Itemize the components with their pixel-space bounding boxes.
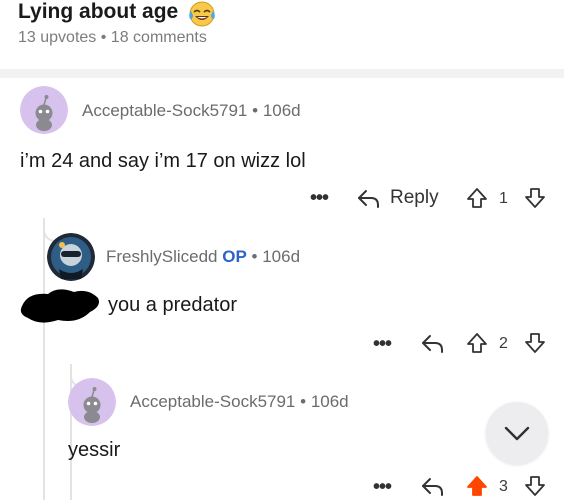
comment-age: 106d <box>262 101 301 120</box>
vote-score: 2 <box>499 335 508 352</box>
comment-age: 106d <box>262 247 301 266</box>
reply-icon[interactable] <box>420 475 446 499</box>
upvote-arrow-icon[interactable] <box>466 331 488 355</box>
avatar[interactable] <box>68 378 116 426</box>
comment-author: Acceptable-Sock5791 • 106d <box>82 101 301 121</box>
comment-body: i’m 24 and say i’m 17 on wizz lol <box>20 150 306 172</box>
comment-body: yessir <box>68 439 121 461</box>
comment-author: FreshlySlicedd OP • 106d <box>106 247 300 267</box>
redaction-scribble <box>18 284 102 326</box>
upvote-arrow-icon[interactable] <box>466 186 488 210</box>
downvote-arrow-icon[interactable] <box>524 186 546 210</box>
face-with-tears-of-joy-icon <box>188 1 216 27</box>
meta-separator: • <box>251 247 258 266</box>
comment-count: 18 comments <box>110 29 207 46</box>
comment-author: Acceptable-Sock5791 • 106d <box>130 392 349 412</box>
scroll-down-button[interactable] <box>486 402 548 464</box>
vote-score: 1 <box>499 190 508 207</box>
username-link[interactable]: Acceptable-Sock5791 <box>82 101 247 120</box>
reply-icon[interactable] <box>356 187 382 211</box>
meta-separator: • <box>300 392 307 411</box>
comment-body: you a predator <box>108 294 237 316</box>
avatar[interactable] <box>20 86 68 134</box>
meta-separator: • <box>252 101 259 120</box>
post-title: Lying about age <box>18 0 179 23</box>
username-link[interactable]: FreshlySlicedd <box>106 247 218 266</box>
more-options-button[interactable]: ••• <box>373 333 392 356</box>
comment-age: 106d <box>310 392 349 411</box>
more-options-button[interactable]: ••• <box>310 187 329 210</box>
chevron-down-icon <box>504 426 530 441</box>
reply-button[interactable]: Reply <box>390 187 439 209</box>
username-link[interactable]: Acceptable-Sock5791 <box>130 392 295 411</box>
downvote-arrow-icon[interactable] <box>524 474 546 498</box>
thread-line[interactable] <box>70 364 72 500</box>
reply-icon[interactable] <box>420 332 446 356</box>
upvote-arrow-icon-active[interactable] <box>466 474 488 498</box>
avatar[interactable] <box>47 233 95 281</box>
op-badge: OP <box>222 247 247 266</box>
section-divider <box>0 69 564 78</box>
downvote-arrow-icon[interactable] <box>524 331 546 355</box>
upvote-count: 13 upvotes <box>18 29 97 46</box>
more-options-button[interactable]: ••• <box>373 476 392 499</box>
post-meta: 13 upvotes • 18 comments <box>18 29 207 47</box>
meta-separator: • <box>100 29 107 46</box>
vote-score: 3 <box>499 478 508 495</box>
thread-line[interactable] <box>43 218 45 500</box>
